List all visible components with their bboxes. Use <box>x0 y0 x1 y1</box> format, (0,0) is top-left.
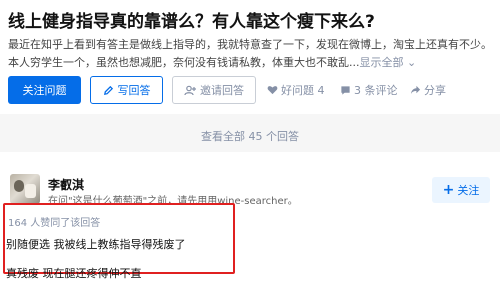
excerpt-line-2: 本人穷学生一个，虽然也想减肥，奈何没有钱请私教，体重大也不敢乱...显示全部 ⌄ <box>8 54 498 72</box>
excerpt-line-1: 最近在知乎上看到有答主是做线上指导的，我就特意查了一下，发现在微博上，淘宝上还真… <box>8 38 492 51</box>
invite-answer-button[interactable]: 邀请回答 <box>172 76 256 104</box>
avatar[interactable] <box>10 174 40 204</box>
view-all-answers-link[interactable]: 查看全部 45 个回答 <box>0 126 500 148</box>
follow-author-label: 关注 <box>457 184 480 197</box>
avatar-shape-light <box>25 184 36 198</box>
section-gap <box>0 114 500 126</box>
comments-button[interactable]: 3 条评论 <box>340 76 398 104</box>
add-user-icon <box>184 85 196 95</box>
pencil-icon <box>103 85 113 95</box>
comments-label: 3 条评论 <box>354 84 398 97</box>
invite-answer-label: 邀请回答 <box>200 84 244 97</box>
follow-question-label: 关注问题 <box>22 84 67 97</box>
follow-question-button[interactable]: 关注问题 <box>8 76 81 104</box>
comment-icon <box>341 85 350 95</box>
excerpt-line-2-text: 本人穷学生一个，虽然也想减肥，奈何没有钱请私教，体重大也不敢乱... <box>8 56 360 69</box>
good-question-label: 好问题 4 <box>281 84 325 97</box>
show-all-link[interactable]: 显示全部 ⌄ <box>360 56 417 69</box>
show-all-label: 显示全部 <box>359 56 404 69</box>
question-title[interactable]: 线上健身指导真的靠谱么？有人靠这个瘦下来么? <box>8 7 375 32</box>
share-label: 分享 <box>424 84 446 97</box>
share-button[interactable]: 分享 <box>410 76 446 104</box>
follow-author-button[interactable]: + 关注 <box>432 177 490 203</box>
answer-card: 李叡淇 在问"这是什么葡萄酒"之前，请先用用wine-searcher。 + 关… <box>0 152 500 298</box>
write-answer-button[interactable]: 写回答 <box>90 76 163 104</box>
avatar-shape-dark <box>14 180 24 192</box>
question-card: 线上健身指导真的靠谱么？有人靠这个瘦下来么? 最近在知乎上看到有答主是做线上指导… <box>0 0 500 114</box>
author-name[interactable]: 李叡淇 <box>48 176 84 193</box>
heart-icon <box>267 86 278 95</box>
plus-icon: + <box>442 182 455 198</box>
question-actions: 关注问题 写回答 邀请回答 好问题 4 3 条评论 分享 <box>8 76 498 104</box>
answer-text-line-2: 真残废 现在腿还疼得伸不直 <box>6 267 142 280</box>
write-answer-label: 写回答 <box>117 84 151 97</box>
answer-text-line-1: 别随便选 我被线上教练指导得残废了 <box>6 238 186 251</box>
share-icon <box>410 85 421 94</box>
question-excerpt[interactable]: 最近在知乎上看到有答主是做线上指导的，我就特意查了一下，发现在微博上，淘宝上还真… <box>8 36 498 72</box>
chevron-down-icon: ⌄ <box>407 56 417 69</box>
good-question-button[interactable]: 好问题 4 <box>267 76 325 104</box>
